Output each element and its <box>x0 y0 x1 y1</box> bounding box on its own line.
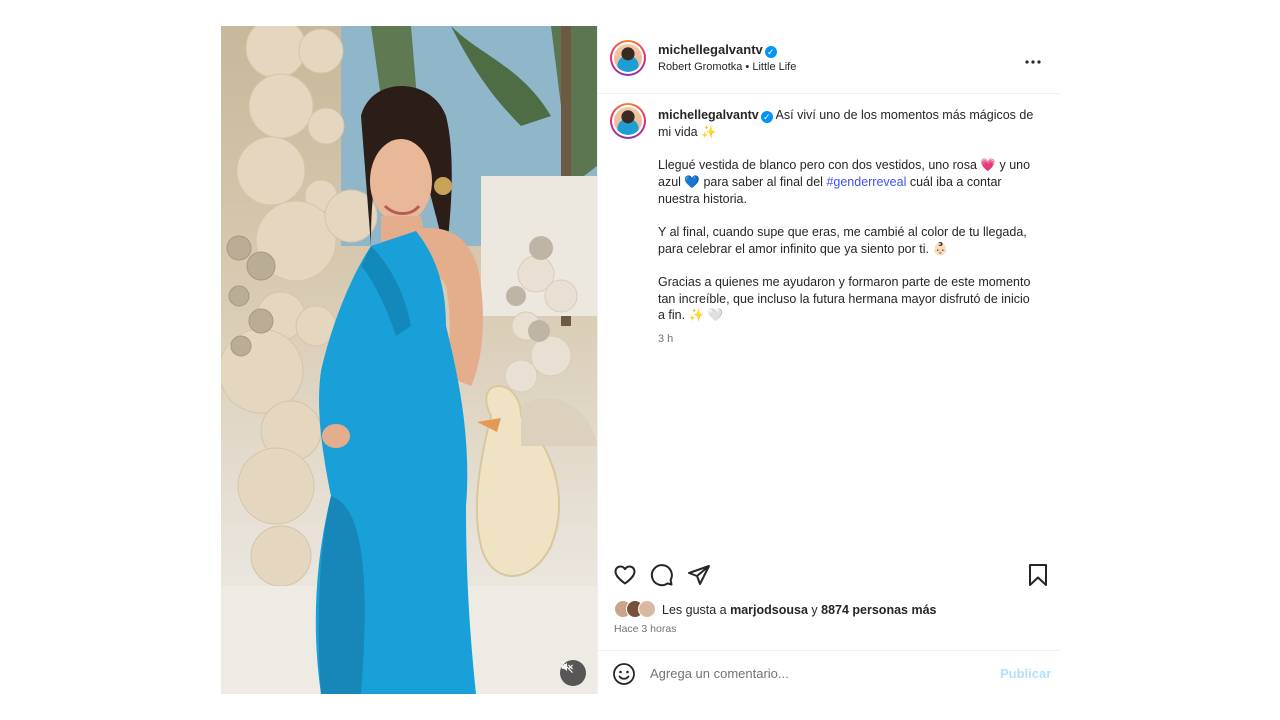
likes-count[interactable]: 8874 personas más <box>821 603 936 617</box>
publish-button[interactable]: Publicar <box>1000 666 1051 681</box>
post-video[interactable] <box>221 26 597 694</box>
bookmark-icon <box>1029 564 1047 586</box>
username-link[interactable]: michellegalvantv ✓ <box>658 42 777 58</box>
emoji-button[interactable] <box>612 662 636 686</box>
verified-badge-icon: ✓ <box>760 111 773 123</box>
likes-summary[interactable]: Les gusta a marjodsousa y 8874 personas … <box>614 600 1054 620</box>
caption-area: michellegalvantv ✓ Así viví uno de los mo… <box>598 95 1060 555</box>
speaker-muted-icon <box>561 661 573 673</box>
caption-username[interactable]: michellegalvantv <box>658 108 759 122</box>
caption-timestamp[interactable]: 3 h <box>658 333 673 345</box>
caption-paragraph-3: Y al final, cuando supe que eras, me cam… <box>658 224 1027 256</box>
caption-text: michellegalvantv ✓ Así viví uno de los mo… <box>658 107 1038 341</box>
more-options-button[interactable] <box>1025 48 1041 69</box>
audio-link[interactable]: Robert Gromotka • Little Life <box>658 61 796 73</box>
avatar[interactable] <box>610 40 646 76</box>
liker-username[interactable]: marjodsousa <box>730 603 808 617</box>
post-header: michellegalvantv ✓ Robert Gromotka • Litt… <box>598 26 1060 94</box>
likes-text: Les gusta a marjodsousa y 8874 personas … <box>662 603 936 617</box>
comment-input[interactable] <box>650 661 980 685</box>
avatar <box>638 600 656 618</box>
emoji-icon <box>613 663 635 685</box>
instagram-post: michellegalvantv ✓ Robert Gromotka • Litt… <box>221 26 1060 694</box>
likes-middle: y <box>807 603 822 617</box>
post-time[interactable]: Hace 3 horas <box>614 623 676 635</box>
more-icon <box>1025 60 1041 64</box>
comment-button[interactable] <box>649 562 675 588</box>
share-button[interactable] <box>686 562 712 588</box>
video-frame <box>221 26 597 694</box>
like-button[interactable] <box>612 562 638 588</box>
save-button[interactable] <box>1025 562 1051 588</box>
verified-badge-icon: ✓ <box>764 46 777 58</box>
caption-avatar[interactable] <box>610 103 646 139</box>
share-icon <box>688 565 710 585</box>
heart-icon <box>614 565 636 585</box>
comment-bar: Publicar <box>598 650 1060 694</box>
action-bar <box>598 556 1060 596</box>
likes-prefix: Les gusta a <box>662 603 731 617</box>
caption-paragraph-4: Gracias a quienes me ayudaron y formaron… <box>658 274 1031 323</box>
post-side-panel: michellegalvantv ✓ Robert Gromotka • Litt… <box>597 26 1060 694</box>
hashtag-link[interactable]: #genderreveal <box>826 175 906 189</box>
username-text[interactable]: michellegalvantv <box>658 42 763 57</box>
comment-icon <box>650 564 673 587</box>
liker-avatars <box>614 600 660 620</box>
mute-button[interactable] <box>560 660 586 686</box>
